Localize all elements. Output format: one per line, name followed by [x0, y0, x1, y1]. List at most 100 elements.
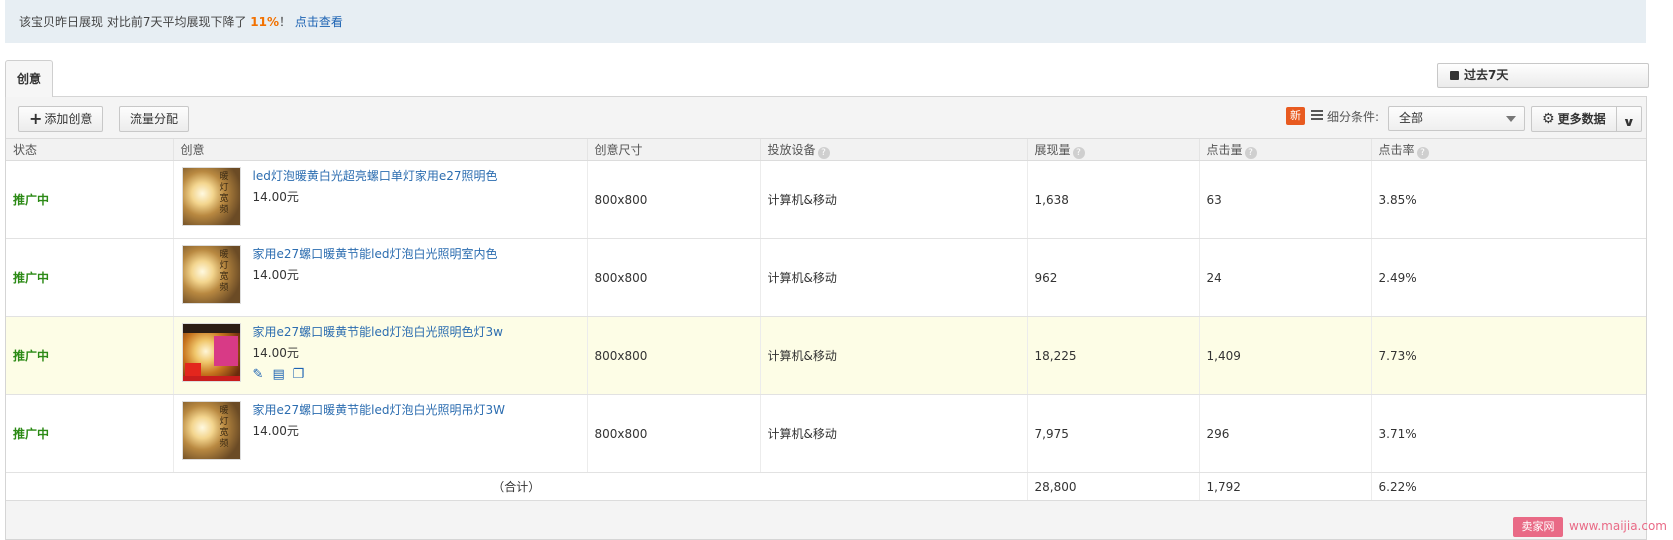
watermark: 卖家网 www.maijia.com — [1513, 516, 1671, 538]
status-cell: 推广中 — [6, 316, 173, 395]
date-range-label: 过去7天 — [1464, 68, 1509, 82]
edit-icon[interactable]: ✎ — [253, 368, 266, 381]
help-icon[interactable]: ? — [1072, 146, 1085, 159]
size-cell: 800x800 — [586, 394, 760, 473]
table-header-row: 状态 创意 创意尺寸 投放设备? 展现量? 点击量? 点击率? — [6, 138, 1646, 161]
size-cell: 800x800 — [586, 316, 760, 395]
status-cell: 推广中 — [6, 160, 173, 239]
column-header-device-label: 投放设备 — [767, 142, 816, 157]
calendar-icon — [1450, 71, 1459, 80]
creative-title-link[interactable]: 家用e27螺口暖黄节能led灯泡白光照明色灯3w — [253, 323, 503, 340]
creative-cell: 家用e27螺口暖黄节能led灯泡白光照明色灯3w 14.00元 ✎ ▤ ❐ — [172, 316, 587, 395]
watermark-url: www.maijia.com — [1569, 519, 1667, 533]
ctr-cell: 3.71% — [1370, 394, 1646, 473]
help-icon[interactable]: ? — [817, 146, 830, 159]
creative-table-container: + 添加创意 流量分配 新 细分条件: 全部 ⚙ 更多数据 ∨ 状态 创意 创意尺寸 — [5, 96, 1647, 540]
column-header-device[interactable]: 投放设备? — [759, 138, 1027, 161]
date-range-button[interactable]: 过去7天 — [1437, 63, 1649, 88]
product-thumbnail[interactable]: 暖灯 宽频 — [181, 245, 241, 304]
alert-percent: 11% — [250, 15, 279, 29]
new-badge: 新 — [1286, 107, 1305, 125]
total-row: （合计） 28,800 1,792 6.22% — [6, 472, 1646, 501]
ctr-cell: 2.49% — [1370, 238, 1646, 317]
clicks-cell: 63 — [1198, 160, 1371, 239]
product-thumbnail[interactable] — [181, 323, 241, 382]
watermark-logo: 卖家网 — [1513, 517, 1563, 537]
creative-title-link[interactable]: led灯泡暖黄白光超亮螺口单灯家用e27照明色 — [253, 167, 498, 184]
row-actions: ✎ ▤ ❐ — [253, 367, 313, 381]
product-thumbnail[interactable]: 暖灯 宽频 — [181, 401, 241, 460]
thumbnail-text: 暖灯 宽频 — [219, 250, 229, 293]
more-data-label: 更多数据 — [1557, 112, 1606, 126]
alert-prefix: 该宝贝昨日展现 对比前7天平均展现下降了 — [19, 15, 251, 29]
clicks-cell: 1,409 — [1198, 316, 1371, 395]
column-header-impressions-label: 展现量 — [1034, 142, 1071, 157]
device-cell: 计算机&移动 — [759, 316, 1027, 395]
total-clicks: 1,792 — [1198, 472, 1371, 501]
alert-text: 该宝贝昨日展现 对比前7天平均展现下降了 11%！ 点击查看 — [19, 13, 343, 30]
copy-icon[interactable]: ❐ — [293, 368, 306, 381]
status-cell: 推广中 — [6, 394, 173, 473]
help-icon[interactable]: ? — [1416, 146, 1429, 159]
gear-icon: ⚙ — [1542, 111, 1555, 127]
table-row[interactable]: 推广中 暖灯 宽频 led灯泡暖黄白光超亮螺口单灯家用e27照明色 14.00元… — [6, 160, 1646, 239]
view-details-link[interactable]: 点击查看 — [295, 15, 343, 29]
creative-cell: 暖灯 宽频 家用e27螺口暖黄节能led灯泡白光照明吊灯3W 14.00元 — [172, 394, 587, 473]
clicks-cell: 296 — [1198, 394, 1371, 473]
total-ctr: 6.22% — [1370, 472, 1646, 501]
alert-suffix: ！ — [279, 15, 292, 29]
segment-filter-value: 全部 — [1399, 111, 1424, 125]
column-header-clicks-label: 点击量 — [1206, 142, 1243, 157]
traffic-allocation-button[interactable]: 流量分配 — [119, 106, 190, 132]
thumbnail-tag — [213, 336, 238, 366]
segment-filter-select[interactable]: 全部 — [1388, 106, 1525, 131]
column-header-status: 状态 — [6, 138, 173, 161]
creative-table: 状态 创意 创意尺寸 投放设备? 展现量? 点击量? 点击率? 推广中 暖灯 宽… — [6, 138, 1646, 501]
button-divider — [1616, 107, 1617, 131]
device-cell: 计算机&移动 — [759, 238, 1027, 317]
thumbnail-text: 暖灯 宽频 — [219, 406, 229, 449]
total-impressions: 28,800 — [1026, 472, 1199, 501]
table-row[interactable]: 推广中 暖灯 宽频 家用e27螺口暖黄节能led灯泡白光照明室内色 14.00元… — [6, 238, 1646, 317]
product-thumbnail[interactable]: 暖灯 宽频 — [181, 167, 241, 226]
impressions-cell: 18,225 — [1026, 316, 1199, 395]
impressions-cell: 1,638 — [1026, 160, 1199, 239]
creative-title-link[interactable]: 家用e27螺口暖黄节能led灯泡白光照明吊灯3W — [253, 401, 506, 418]
clicks-cell: 24 — [1198, 238, 1371, 317]
column-header-ctr-label: 点击率 — [1378, 142, 1415, 157]
table-row[interactable]: 推广中 暖灯 宽频 家用e27螺口暖黄节能led灯泡白光照明吊灯3W 14.00… — [6, 394, 1646, 473]
device-cell: 计算机&移动 — [759, 160, 1027, 239]
column-header-ctr[interactable]: 点击率? — [1370, 138, 1646, 161]
creative-cell: 暖灯 宽频 led灯泡暖黄白光超亮螺口单灯家用e27照明色 14.00元 — [172, 160, 587, 239]
column-header-clicks[interactable]: 点击量? — [1198, 138, 1371, 161]
creative-cell: 暖灯 宽频 家用e27螺口暖黄节能led灯泡白光照明室内色 14.00元 — [172, 238, 587, 317]
creative-price: 14.00元 — [252, 346, 299, 360]
size-cell: 800x800 — [586, 238, 760, 317]
creative-title-link[interactable]: 家用e27螺口暖黄节能led灯泡白光照明室内色 — [253, 245, 498, 262]
impressions-cell: 7,975 — [1026, 394, 1199, 473]
trash-icon[interactable]: ▤ — [273, 368, 286, 381]
column-header-impressions[interactable]: 展现量? — [1026, 138, 1199, 161]
tab-creative[interactable]: 创意 — [5, 60, 53, 97]
list-icon — [1311, 110, 1323, 121]
add-creative-button[interactable]: + 添加创意 — [18, 106, 104, 132]
impressions-cell: 962 — [1026, 238, 1199, 317]
filter-label: 细分条件: — [1327, 110, 1380, 124]
thumbnail-price-badge — [184, 363, 201, 377]
total-label: （合计） — [6, 472, 1027, 501]
more-data-button[interactable]: ⚙ 更多数据 ∨ — [1531, 106, 1642, 132]
column-header-size: 创意尺寸 — [586, 138, 760, 161]
chevron-down-icon[interactable]: ∨ — [1623, 110, 1636, 134]
table-row-hovered[interactable]: 推广中 家用e27螺口暖黄节能led灯泡白光照明色灯3w 14.00元 ✎ ▤ … — [6, 316, 1646, 395]
device-cell: 计算机&移动 — [759, 394, 1027, 473]
add-creative-label: 添加创意 — [44, 112, 93, 126]
help-icon[interactable]: ? — [1244, 146, 1257, 159]
status-cell: 推广中 — [6, 238, 173, 317]
column-header-creative: 创意 — [172, 138, 587, 161]
creative-panel: 创意 过去7天 + 添加创意 流量分配 新 细分条件: 全部 ⚙ 更多数据 ∨ 状态 — [5, 58, 1649, 540]
size-cell: 800x800 — [586, 160, 760, 239]
chevron-down-icon — [1506, 116, 1516, 122]
thumbnail-footer — [182, 376, 240, 381]
creative-price: 14.00元 — [252, 268, 299, 282]
plus-icon: + — [29, 109, 43, 128]
